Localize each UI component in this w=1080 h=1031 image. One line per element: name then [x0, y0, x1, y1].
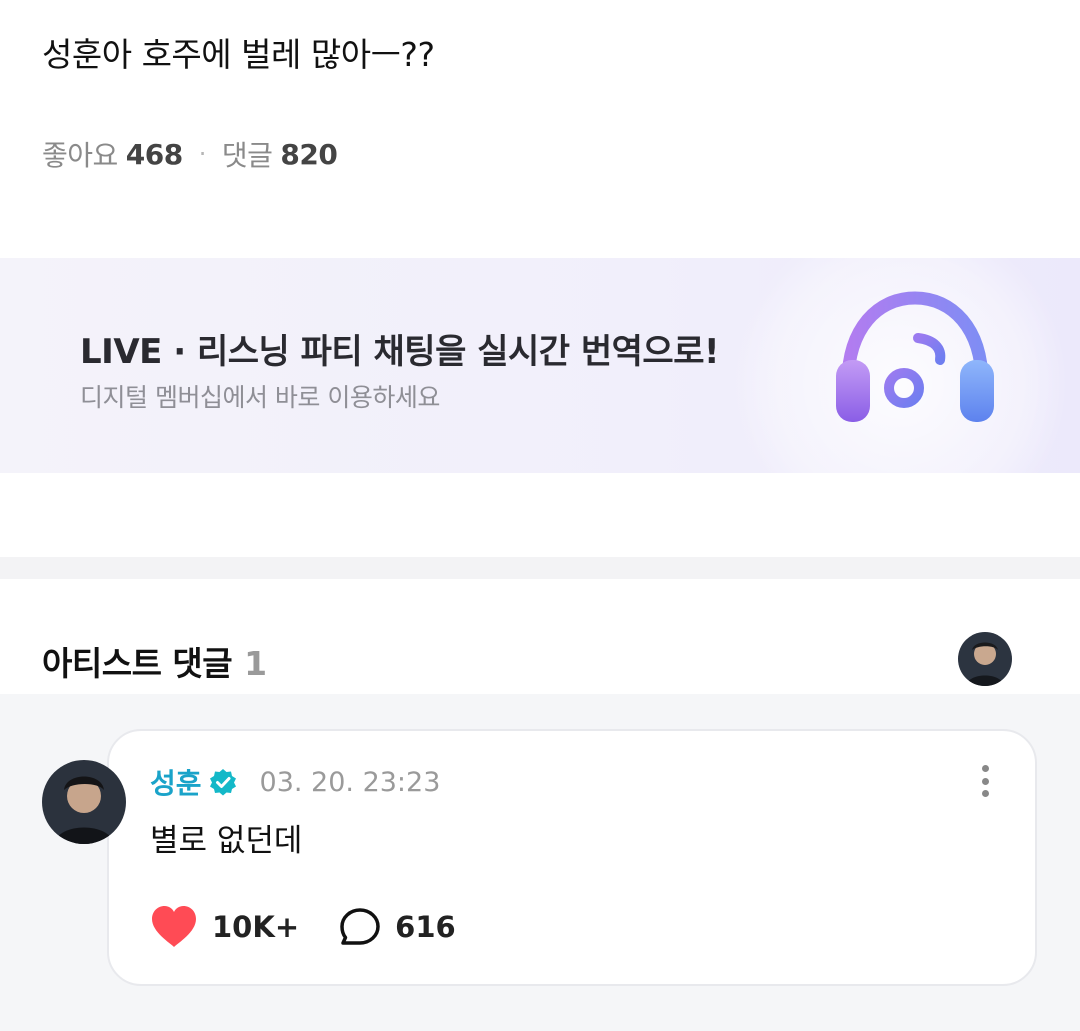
artist-avatar-small[interactable] — [958, 632, 1012, 686]
likes-label: 좋아요 — [42, 139, 118, 172]
comment-author[interactable]: 성훈 — [150, 762, 202, 802]
post-text: 성훈아 호주에 벌레 많아ㅡ?? — [42, 35, 435, 74]
artist-comments-header: 아티스트 댓글 1 — [42, 637, 267, 685]
reply-button[interactable]: 616 — [339, 907, 456, 947]
likes-count: 468 — [125, 137, 183, 171]
speech-bubble-icon — [340, 908, 380, 945]
post-stats: 좋아요 468 · 댓글 820 — [42, 134, 338, 174]
banner-subtitle: 디지털 멤버십에서 바로 이용하세요 — [80, 383, 440, 412]
heart-icon — [152, 906, 196, 947]
artist-comments-title: 아티스트 댓글 — [42, 644, 233, 683]
section-divider — [0, 557, 1080, 579]
banner-title: LIVE · 리스닝 파티 채팅을 실시간 번역으로! — [80, 332, 720, 372]
promo-banner[interactable]: LIVE · 리스닝 파티 채팅을 실시간 번역으로! 디지털 멤버십에서 바로… — [0, 258, 1080, 473]
like-button[interactable]: 10K+ — [150, 905, 299, 949]
verified-badge-icon — [209, 769, 236, 796]
post-detail-page: 성훈아 호주에 벌레 많아ㅡ?? 좋아요 468 · 댓글 820 LIVE ·… — [0, 0, 1080, 1031]
comment-author-row: 성훈 03. 20. 23:23 — [150, 762, 440, 802]
headphones-music-icon — [836, 291, 994, 422]
artist-comments-count: 1 — [244, 644, 267, 683]
comments-label: 댓글 — [221, 139, 273, 172]
comment-actions: 10K+ 616 — [150, 905, 456, 949]
reply-count: 616 — [395, 910, 456, 944]
avatar[interactable] — [42, 760, 126, 844]
like-count: 10K+ — [212, 910, 300, 944]
comment-text: 별로 없던데 — [150, 823, 303, 859]
stats-separator: · — [198, 140, 207, 168]
comments-count: 820 — [280, 137, 338, 171]
comment-time: 03. 20. 23:23 — [259, 766, 441, 798]
more-options-icon[interactable] — [972, 762, 998, 800]
